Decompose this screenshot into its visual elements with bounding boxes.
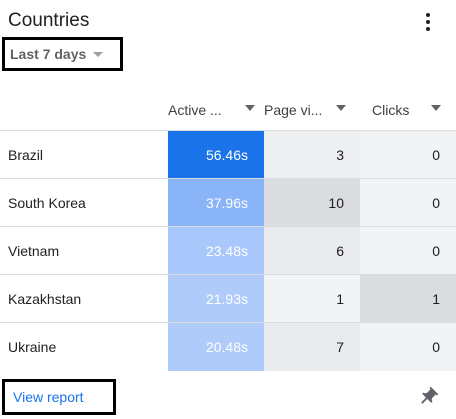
country-name: Vietnam <box>8 243 60 259</box>
card-title: Countries <box>8 10 90 31</box>
column-header-label: Clicks <box>372 102 410 118</box>
column-header-label: Page vi... <box>264 102 323 118</box>
caret-down-icon <box>93 51 104 57</box>
pageviews-cell: 6 <box>264 227 360 275</box>
pin-icon[interactable] <box>417 386 439 408</box>
table-row[interactable]: Brazil 56.46s 3 0 <box>0 130 456 179</box>
column-header-label: Active ... <box>168 102 222 118</box>
clicks-cell: 0 <box>360 227 456 275</box>
pageviews-cell: 1 <box>264 275 360 323</box>
clicks-cell: 0 <box>360 131 456 179</box>
active-time-cell: 21.93s <box>168 275 264 323</box>
column-header-pageviews[interactable]: Page vi... <box>264 90 360 130</box>
column-header-clicks[interactable]: Clicks <box>372 90 456 130</box>
clicks-cell: 1 <box>360 275 456 323</box>
countries-card: Countries Last 7 days Active ... Page vi… <box>0 0 456 419</box>
active-time-cell: 37.96s <box>168 179 264 227</box>
table-header: Active ... Page vi... Clicks <box>0 90 456 130</box>
date-range-dropdown[interactable]: Last 7 days <box>2 37 123 71</box>
view-report-link[interactable]: View report <box>2 379 116 415</box>
table-row[interactable]: Kazakhstan 21.93s 1 1 <box>0 274 456 323</box>
country-name: Brazil <box>8 147 44 163</box>
active-time-cell: 20.48s <box>168 323 264 371</box>
clicks-cell: 0 <box>360 179 456 227</box>
date-range-label: Last 7 days <box>10 46 87 62</box>
country-name: Kazakhstan <box>8 291 82 307</box>
column-header-active[interactable]: Active ... <box>168 90 264 130</box>
pageviews-cell: 3 <box>264 131 360 179</box>
active-time-cell: 23.48s <box>168 227 264 275</box>
pageviews-cell: 7 <box>264 323 360 371</box>
table-body: Brazil 56.46s 3 0 South Korea 37.96s 10 … <box>0 130 456 371</box>
table-row[interactable]: South Korea 37.96s 10 0 <box>0 178 456 227</box>
clicks-cell: 0 <box>360 323 456 371</box>
view-report-label: View report <box>13 389 84 405</box>
active-time-cell: 56.46s <box>168 131 264 179</box>
table-row[interactable]: Ukraine 20.48s 7 0 <box>0 322 456 371</box>
sort-caret-icon <box>336 105 346 111</box>
sort-caret-icon <box>245 105 255 111</box>
pageviews-cell: 10 <box>264 179 360 227</box>
sort-caret-icon <box>431 105 441 111</box>
table-row[interactable]: Vietnam 23.48s 6 0 <box>0 226 456 275</box>
country-name: South Korea <box>8 195 86 211</box>
more-vert-icon[interactable] <box>418 10 438 34</box>
country-name: Ukraine <box>8 339 57 355</box>
